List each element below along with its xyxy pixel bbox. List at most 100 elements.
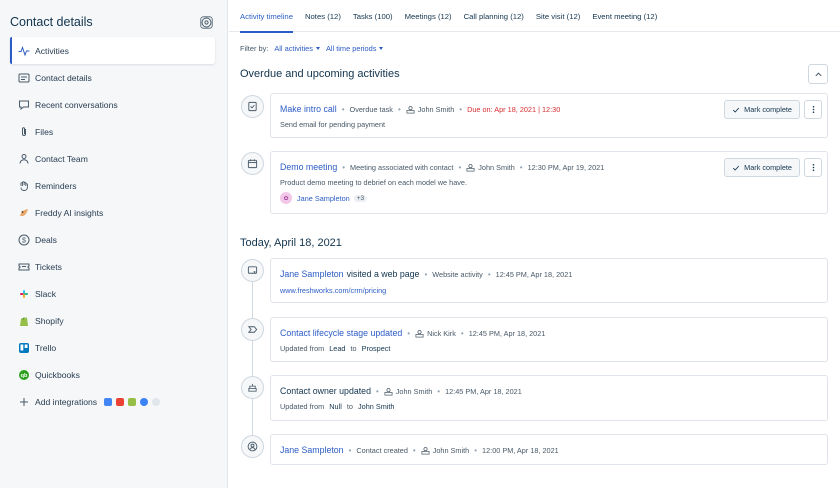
activity-pulse-icon bbox=[18, 45, 30, 57]
owner-icon bbox=[421, 446, 430, 455]
sidebar-item-reminders[interactable]: Reminders bbox=[10, 172, 215, 199]
sidebar-nav: Activities Contact details Recent conver… bbox=[10, 37, 215, 415]
sidebar-item-freddy-ai-insights[interactable]: Freddy AI insights bbox=[10, 199, 215, 226]
sidebar-item-recent-conversations[interactable]: Recent conversations bbox=[10, 91, 215, 118]
lifecycle-change-row: Updated from Lead to Prospect bbox=[280, 344, 390, 353]
more-options-button[interactable] bbox=[804, 100, 822, 119]
owner-change-to: John Smith bbox=[357, 402, 395, 411]
task-due-date: Due on: Apr 18, 2021 | 12:30 bbox=[467, 104, 561, 114]
sidebar-item-quickbooks[interactable]: qb Quickbooks bbox=[10, 361, 215, 388]
task-description: Send email for pending payment bbox=[280, 120, 386, 129]
paperclip-icon bbox=[18, 126, 30, 138]
sidebar-item-trello[interactable]: Trello bbox=[10, 334, 215, 361]
tab-call-planning[interactable]: Call planning (12) bbox=[464, 0, 524, 32]
contact-created-type: Contact created bbox=[356, 445, 408, 455]
main-panel: Activity timeline Notes (12) Tasks (100)… bbox=[229, 0, 840, 488]
contact-created-owner: John Smith bbox=[432, 445, 470, 455]
activities-filter-dropdown[interactable]: All activities bbox=[274, 44, 320, 53]
dollar-icon: $ bbox=[18, 234, 30, 246]
task-header-row: Make intro call • Overdue task • John Sm… bbox=[280, 104, 560, 114]
sidebar: Contact details Activities Contact detai… bbox=[0, 0, 228, 488]
owner-change-from: Null bbox=[329, 402, 342, 411]
mark-complete-button[interactable]: Mark complete bbox=[724, 158, 800, 177]
visited-url-link[interactable]: www.freshworks.com/crm/pricing bbox=[280, 286, 386, 295]
sidebar-item-slack[interactable]: Slack bbox=[10, 280, 215, 307]
shopify-small-icon bbox=[128, 397, 137, 406]
meeting-attendees: ✿ Jane Sampleton +3 bbox=[280, 192, 368, 204]
owner-icon bbox=[384, 387, 393, 396]
web-visit-header-row: Jane Sampleton visited a web page • Webs… bbox=[280, 269, 572, 279]
meeting-title-link[interactable]: Demo meeting bbox=[280, 162, 337, 172]
checkmark-icon bbox=[733, 165, 740, 171]
meeting-type: Meeting associated with contact bbox=[350, 162, 454, 172]
activities-filter-value: All activities bbox=[274, 44, 313, 53]
plus-icon bbox=[18, 396, 30, 408]
sidebar-item-label: Activities bbox=[35, 45, 69, 56]
timeline-connector bbox=[252, 270, 253, 450]
separator-dot: • bbox=[519, 162, 523, 172]
sidebar-item-tickets[interactable]: Tickets bbox=[10, 253, 215, 280]
task-owner: John Smith bbox=[417, 104, 455, 114]
more-attendees-badge[interactable]: +3 bbox=[353, 194, 368, 202]
sidebar-item-label: Recent conversations bbox=[35, 99, 118, 110]
separator-dot: • bbox=[412, 445, 416, 455]
sidebar-item-add-integrations[interactable]: Add integrations bbox=[10, 388, 215, 415]
separator-dot: • bbox=[459, 104, 463, 114]
sidebar-item-label: Reminders bbox=[35, 180, 77, 191]
sidebar-item-activities[interactable]: Activities bbox=[10, 37, 215, 64]
tab-event-meeting[interactable]: Event meeting (12) bbox=[592, 0, 657, 32]
chat-app-icon bbox=[140, 397, 149, 406]
lifecycle-stage-icon bbox=[241, 318, 264, 341]
lifecycle-header-row: Contact lifecycle stage updated • Nick K… bbox=[280, 328, 545, 338]
gear-icon[interactable] bbox=[199, 15, 213, 29]
lifecycle-from: Lead bbox=[329, 344, 346, 353]
web-page-icon bbox=[241, 259, 264, 282]
sidebar-item-files[interactable]: Files bbox=[10, 118, 215, 145]
separator-dot: • bbox=[342, 162, 346, 172]
task-title-link[interactable]: Make intro call bbox=[280, 104, 337, 114]
tab-activity-timeline[interactable]: Activity timeline bbox=[240, 0, 293, 33]
sidebar-item-label: Shopify bbox=[35, 315, 64, 326]
lifecycle-to: Prospect bbox=[361, 344, 391, 353]
owner-change-prefix: Updated from bbox=[280, 402, 325, 411]
chevron-up-icon bbox=[814, 71, 822, 76]
owner-change-middle: to bbox=[346, 402, 353, 411]
trello-icon bbox=[18, 342, 30, 354]
sidebar-item-contact-details[interactable]: Contact details bbox=[10, 64, 215, 91]
shopify-icon bbox=[18, 315, 30, 327]
web-visit-url-row: www.freshworks.com/crm/pricing bbox=[280, 286, 386, 295]
tab-tasks[interactable]: Tasks (100) bbox=[353, 0, 393, 32]
contact-card-icon bbox=[18, 72, 30, 84]
misc-app-icon bbox=[152, 397, 161, 406]
time-period-filter-dropdown[interactable]: All time periods bbox=[326, 44, 384, 53]
tab-notes[interactable]: Notes (12) bbox=[305, 0, 341, 32]
web-visit-type: Website activity bbox=[432, 269, 483, 279]
sidebar-item-shopify[interactable]: Shopify bbox=[10, 307, 215, 334]
collapse-section-button[interactable] bbox=[808, 64, 828, 84]
filter-label: Filter by: bbox=[240, 44, 269, 53]
svg-text:qb: qb bbox=[21, 373, 28, 379]
tab-meetings[interactable]: Meetings (12) bbox=[405, 0, 452, 32]
separator-dot: • bbox=[437, 386, 441, 396]
sidebar-item-deals[interactable]: $ Deals bbox=[10, 226, 215, 253]
slack-icon bbox=[18, 288, 30, 300]
lifecycle-time: 12:45 PM, Apr 18, 2021 bbox=[468, 328, 546, 338]
mark-complete-label: Mark complete bbox=[744, 163, 792, 172]
attendee-link[interactable]: Jane Sampleton bbox=[297, 194, 350, 203]
more-options-button[interactable] bbox=[804, 158, 822, 177]
created-contact-link[interactable]: Jane Sampleton bbox=[280, 445, 344, 455]
web-visit-card: Jane Sampleton visited a web page • Webs… bbox=[270, 258, 828, 303]
tab-bar: Activity timeline Notes (12) Tasks (100)… bbox=[229, 0, 840, 33]
overdue-task-card: Make intro call • Overdue task • John Sm… bbox=[270, 93, 828, 138]
svg-text:$: $ bbox=[22, 237, 26, 244]
vertical-dots-icon bbox=[812, 163, 814, 172]
gmail-icon bbox=[116, 397, 125, 406]
visitor-name-link[interactable]: Jane Sampleton bbox=[280, 269, 344, 279]
checkmark-icon bbox=[733, 107, 740, 113]
mark-complete-button[interactable]: Mark complete bbox=[724, 100, 800, 119]
sidebar-item-contact-team[interactable]: Contact Team bbox=[10, 145, 215, 172]
meeting-owner: John Smith bbox=[478, 162, 515, 172]
integration-logos bbox=[104, 397, 161, 406]
lifecycle-title-link[interactable]: Contact lifecycle stage updated bbox=[280, 328, 402, 338]
tab-site-visit[interactable]: Site visit (12) bbox=[536, 0, 580, 32]
